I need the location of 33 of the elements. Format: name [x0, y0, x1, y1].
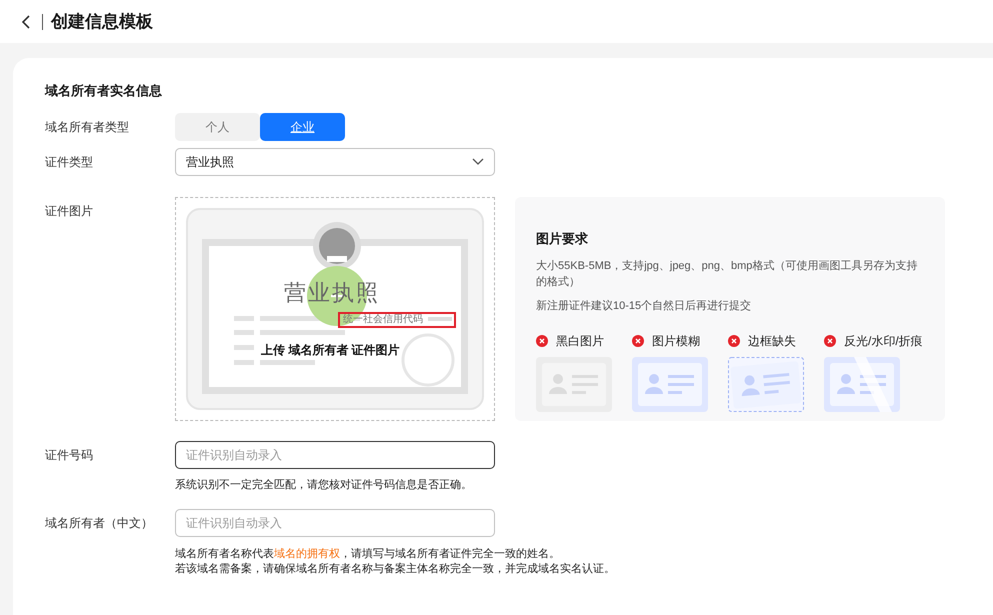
field-label: 证件类型 [45, 154, 94, 171]
id-card-icon [728, 356, 804, 412]
error-icon [536, 334, 548, 346]
ownership-link[interactable]: 域名的拥有权 [274, 548, 340, 560]
field-label: 证件号码 [45, 447, 94, 464]
panel-title: 图片要求 [536, 230, 589, 248]
hint-text: 若该域名需备案，请确保域名所有者名称与备案主体名称完全一致，并完成域名实名认证。 [175, 562, 615, 577]
code-label: 统一社会信用代码 [338, 312, 456, 328]
page-title: 创建信息模板 [51, 10, 153, 33]
example-label: 黑白图片 [556, 332, 604, 350]
segment-tab[interactable]: 个人 [175, 113, 260, 141]
error-icon [632, 334, 644, 346]
segment-tab[interactable]: 企业 [260, 113, 345, 141]
error-icon [728, 334, 740, 346]
field-label: 域名所有者（中文） [45, 515, 154, 532]
section-title: 域名所有者实名信息 [45, 82, 163, 100]
id-card-icon [632, 356, 708, 412]
chevron-down-icon [472, 158, 484, 166]
field-label: 证件图片 [45, 203, 94, 220]
example-label: 边框缺失 [748, 332, 796, 350]
hint-text: 系统识别不一定完全匹配，请您核对证件号码信息是否正确。 [175, 478, 473, 493]
error-icon [824, 334, 836, 346]
example-label: 反光/水印/折痕 [844, 332, 923, 350]
upload-label: 上传 域名所有者 证件图片 [261, 342, 400, 359]
id-card-icon [824, 356, 900, 412]
hint-text: 域名所有者名称代表域名的拥有权，请填写与域名所有者证件完全一致的姓名。 [175, 547, 561, 562]
requirement-text: 新注册证件建议10-15个自然日后再进行提交 [536, 298, 752, 314]
input-field[interactable]: 证件识别自动录入 [175, 441, 495, 469]
select-dropdown[interactable]: 营业执照 [175, 148, 495, 176]
example-label: 图片模糊 [652, 332, 700, 350]
id-card-icon [536, 356, 612, 412]
requirement-text: 大小55KB-5MB，支持jpg、jpeg、png、bmp格式（可使用画图工具另存为支持的格式） [536, 258, 918, 290]
field-label: 域名所有者类型 [45, 119, 130, 136]
